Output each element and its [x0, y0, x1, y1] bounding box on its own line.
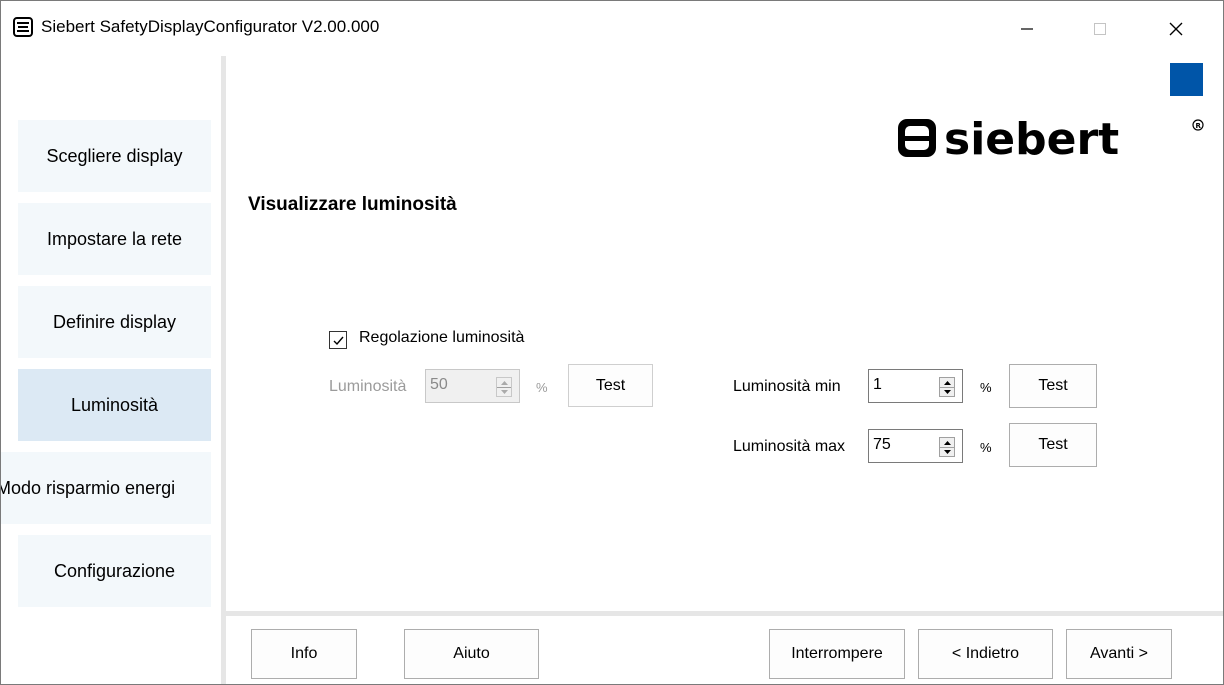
brightness-min-unit: %	[980, 380, 992, 395]
close-icon	[1169, 22, 1183, 36]
page-heading: Visualizzare luminosità	[248, 194, 457, 215]
window-title: Siebert SafetyDisplayConfigurator V2.00.…	[41, 17, 380, 36]
brightness-unit: %	[536, 380, 548, 395]
spin-down-icon	[497, 387, 511, 396]
brightness-min-label: Luminosità min	[733, 378, 841, 395]
next-button[interactable]: Avanti >	[1066, 629, 1172, 679]
regulation-checkbox-label[interactable]: Regolazione luminosità	[359, 329, 524, 347]
regulation-checkbox[interactable]	[329, 331, 347, 349]
brightness-max-unit: %	[980, 440, 992, 455]
main-panel: siebert R Visualizzare luminosità Regola…	[226, 56, 1223, 611]
back-button[interactable]: < Indietro	[918, 629, 1053, 679]
app-window: Siebert SafetyDisplayConfigurator V2.00.…	[0, 0, 1224, 685]
sidebar-item-label: Modo risparmio energi	[1, 477, 176, 498]
brightness-min-spin-buttons[interactable]	[939, 377, 955, 397]
minimize-icon	[1021, 28, 1033, 30]
title-bar[interactable]: Siebert SafetyDisplayConfigurator V2.00.…	[1, 1, 1223, 56]
maximize-button[interactable]	[1077, 9, 1123, 49]
sidebar-item-definire-display[interactable]: Definire display	[18, 286, 211, 358]
brightness-max-stepper[interactable]: 75	[868, 429, 963, 463]
brightness-test-button: Test	[568, 364, 653, 407]
siebert-app-icon	[13, 17, 33, 37]
brightness-max-value[interactable]: 75	[873, 436, 891, 454]
spin-down-icon[interactable]	[940, 447, 954, 456]
siebert-logo: siebert R	[898, 114, 1204, 163]
brightness-max-label: Luminosità max	[733, 438, 846, 455]
brightness-min-test-button[interactable]: Test	[1009, 364, 1097, 408]
sidebar-item-luminosita[interactable]: Luminosità	[18, 369, 211, 441]
brightness-max-spin-buttons[interactable]	[939, 437, 955, 457]
spin-down-icon[interactable]	[940, 387, 954, 396]
sidebar-item-modo-risparmio[interactable]: Modo risparmio energi	[1, 452, 211, 524]
footer-bar: Info Aiuto Interrompere < Indietro Avant…	[226, 616, 1223, 684]
brightness-label: Luminosità	[329, 378, 407, 395]
brightness-stepper: 50	[425, 369, 520, 403]
brightness-min-stepper[interactable]: 1	[868, 369, 963, 403]
help-button[interactable]: Aiuto	[404, 629, 539, 679]
brightness-max-test-button[interactable]: Test	[1009, 423, 1097, 467]
close-button[interactable]	[1153, 9, 1199, 49]
sidebar: Scegliere display Impostare la rete Defi…	[1, 56, 221, 684]
brightness-min-value[interactable]: 1	[873, 376, 882, 394]
minimize-button[interactable]	[1004, 9, 1050, 49]
sidebar-item-configurazione[interactable]: Configurazione	[18, 535, 211, 607]
svg-text:R: R	[1196, 122, 1202, 130]
sidebar-item-impostare-rete[interactable]: Impostare la rete	[18, 203, 211, 275]
cancel-button[interactable]: Interrompere	[769, 629, 905, 679]
sidebar-item-scegliere-display[interactable]: Scegliere display	[18, 120, 211, 192]
info-button[interactable]: Info	[251, 629, 357, 679]
maximize-icon	[1094, 23, 1106, 35]
checkmark-icon	[333, 336, 344, 345]
status-indicator	[1170, 63, 1203, 96]
brightness-spin-buttons	[496, 377, 512, 397]
brightness-value: 50	[430, 376, 448, 393]
siebert-logo-text: siebert	[944, 114, 1119, 163]
